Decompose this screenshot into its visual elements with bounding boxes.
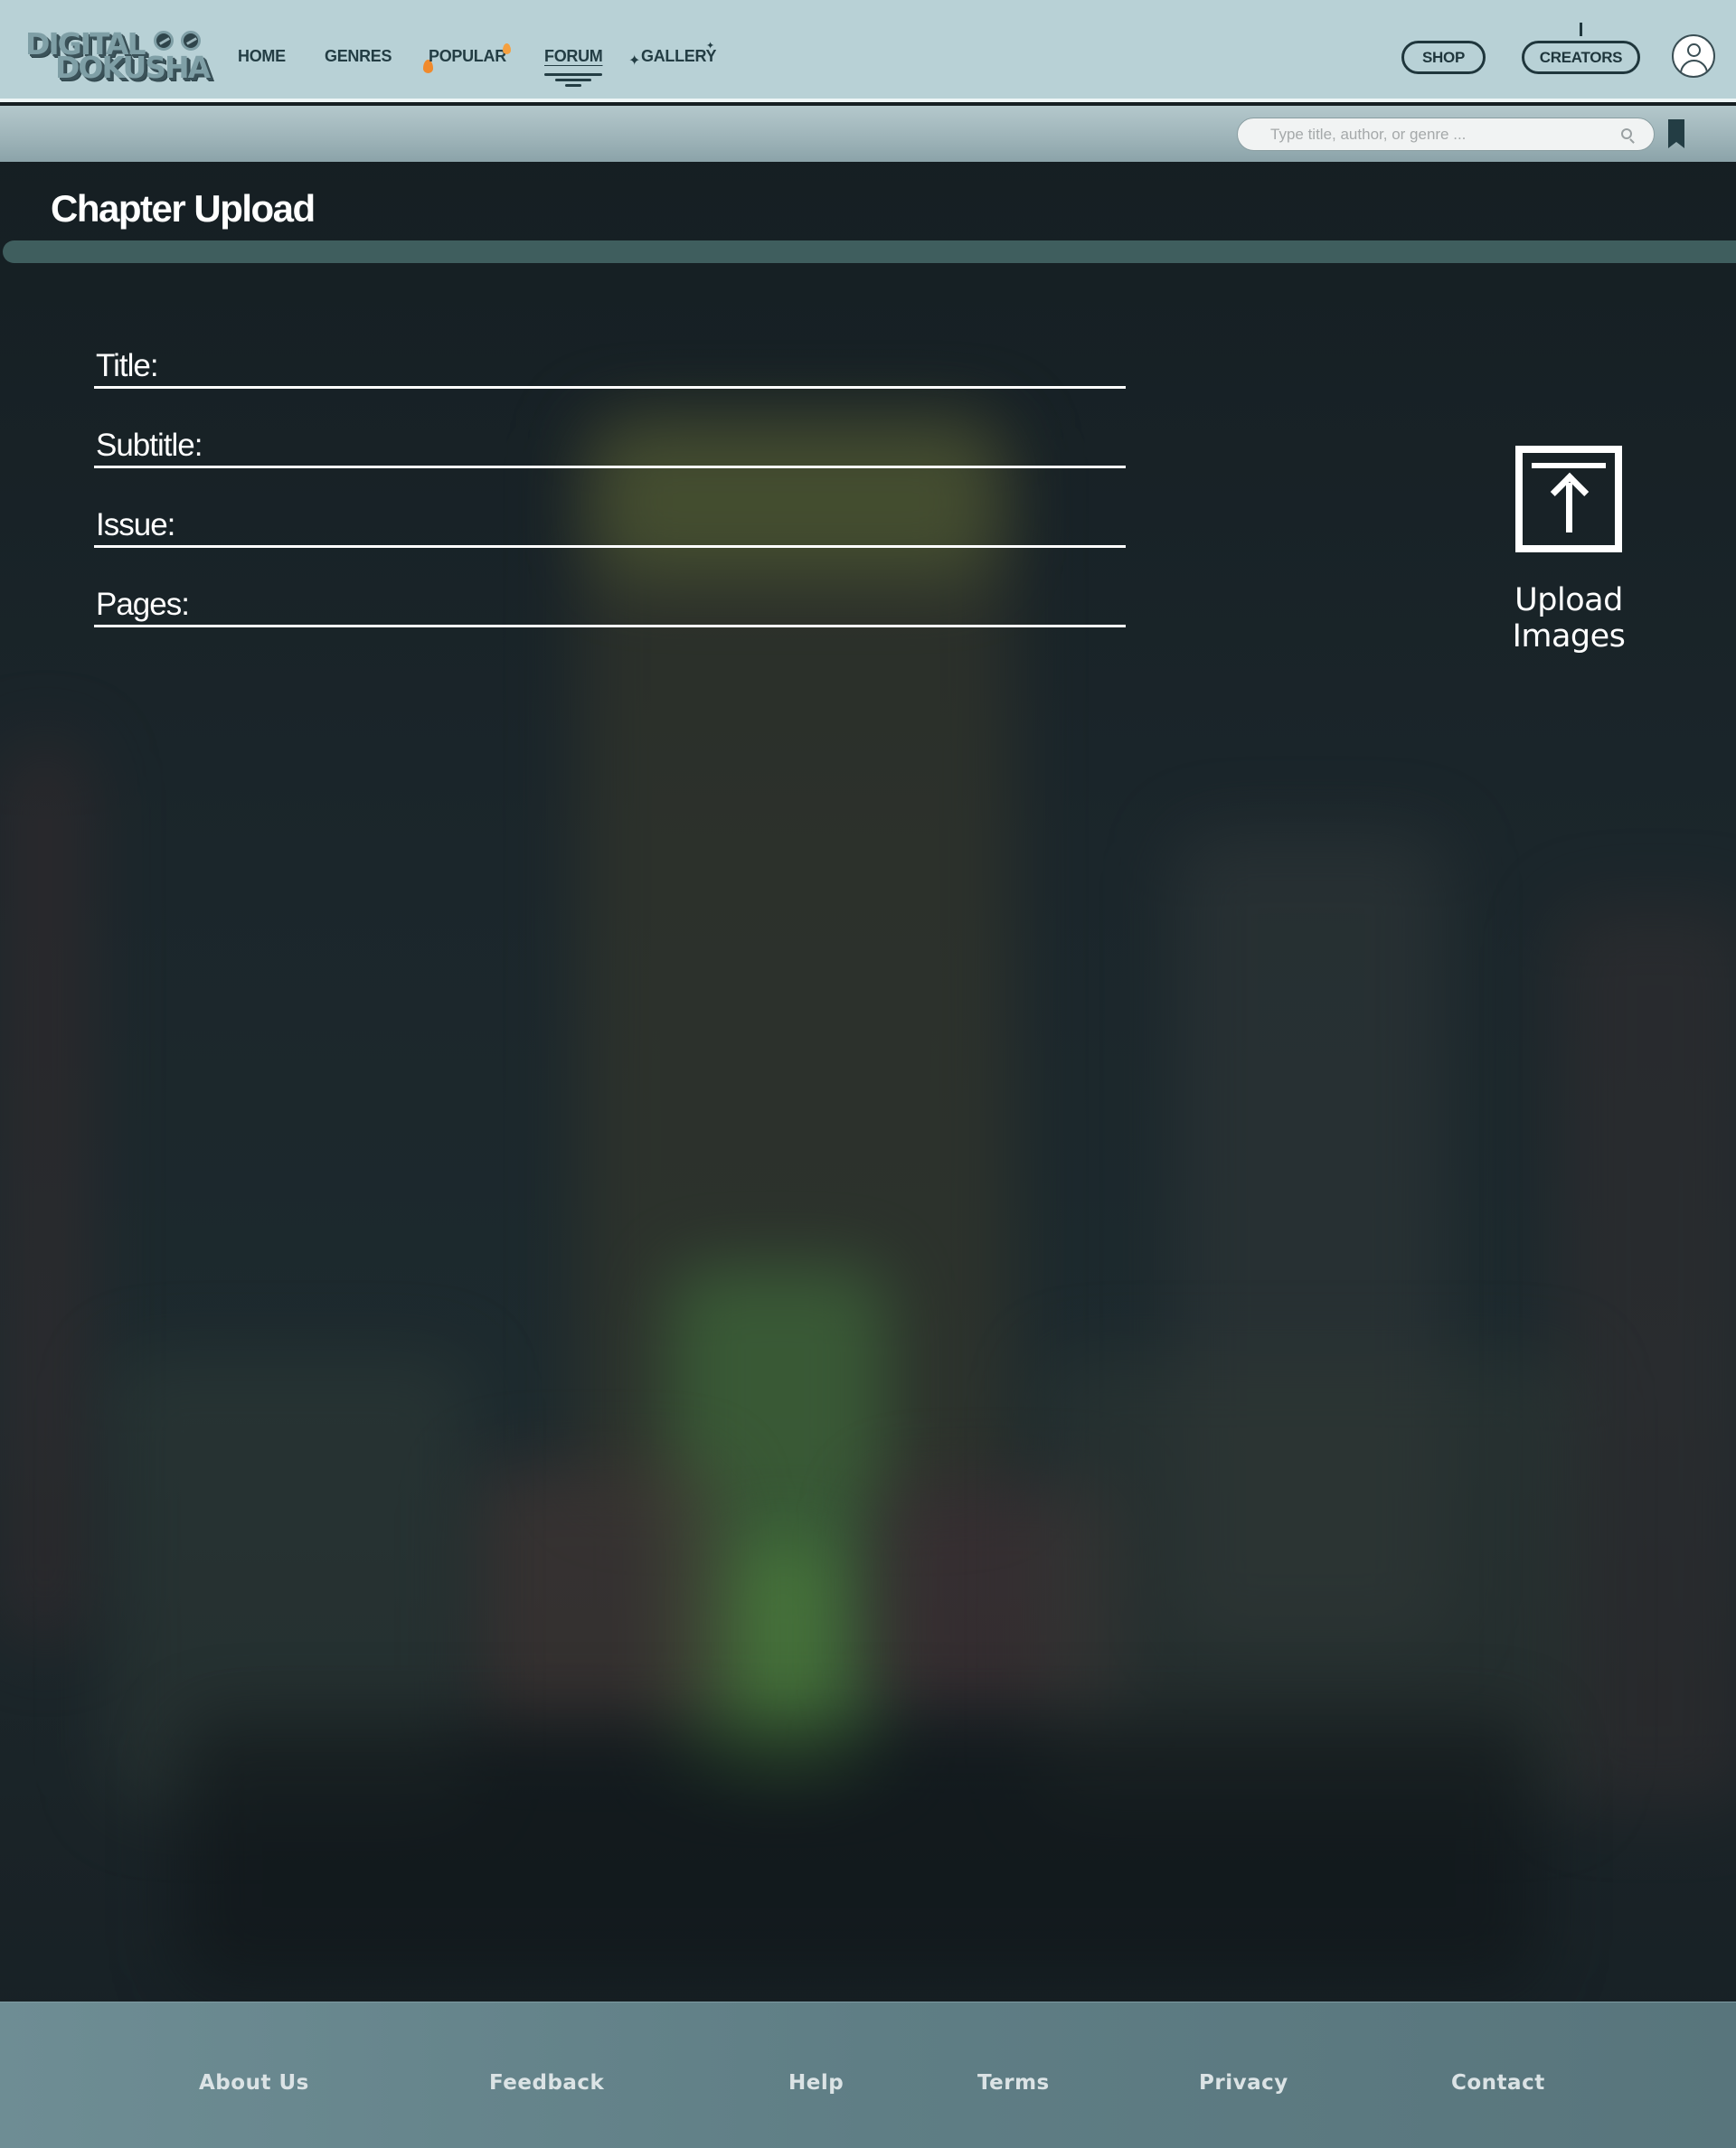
pages-input[interactable] — [230, 587, 1098, 623]
site-logo[interactable]: DIGITAL DOKUSHA — [25, 24, 211, 85]
star-icon: ✦ — [706, 41, 715, 52]
upload-images-button[interactable]: Upload Images — [1456, 446, 1682, 655]
title-input[interactable] — [230, 348, 1098, 384]
search-bar-row — [0, 106, 1736, 162]
nav-genres[interactable]: GENRES — [325, 47, 392, 66]
site-footer: About Us Feedback Help Terms Privacy Con… — [0, 2002, 1736, 2148]
footer-terms-link[interactable]: Terms — [977, 2071, 1050, 2095]
logo-eye-icon — [154, 31, 174, 51]
shop-button[interactable]: SHOP — [1401, 41, 1486, 74]
upload-progress-bar — [3, 240, 1736, 263]
creators-indicator — [1580, 23, 1582, 36]
search-input[interactable] — [1270, 125, 1614, 144]
footer-about-link[interactable]: About Us — [199, 2071, 309, 2095]
upload-images-label: Upload Images — [1512, 582, 1626, 655]
page-title: Chapter Upload — [51, 187, 316, 230]
logo-eye-icon — [181, 31, 201, 51]
subtitle-field: Subtitle: — [94, 423, 1126, 468]
title-field: Title: — [94, 344, 1126, 389]
top-navigation-bar: DIGITAL DOKUSHA HOME GENRES POPULAR FORU… — [0, 0, 1736, 102]
nav-home[interactable]: HOME — [238, 47, 286, 66]
flame-icon — [503, 43, 511, 54]
subtitle-label: Subtitle: — [96, 428, 203, 463]
nav-popular[interactable]: POPULAR — [429, 47, 506, 66]
pages-label: Pages: — [96, 587, 190, 622]
star-icon: ✦ — [628, 53, 641, 69]
background-image — [0, 0, 1736, 2148]
issue-label: Issue: — [96, 507, 175, 542]
user-avatar-icon[interactable] — [1672, 34, 1715, 78]
logo-line-2: DOKUSHA — [55, 50, 211, 85]
search-icon[interactable] — [1621, 128, 1632, 139]
footer-help-link[interactable]: Help — [788, 2071, 844, 2095]
creators-button[interactable]: CREATORS — [1522, 41, 1640, 74]
issue-field: Issue: — [94, 503, 1126, 548]
nav-forum[interactable]: FORUM — [544, 47, 603, 66]
subtitle-input[interactable] — [230, 428, 1098, 464]
bookmark-icon[interactable] — [1668, 119, 1684, 148]
title-label: Title: — [96, 348, 159, 383]
issue-input[interactable] — [230, 507, 1098, 543]
upload-icon — [1515, 446, 1622, 552]
forum-active-indicator — [544, 73, 602, 87]
footer-privacy-link[interactable]: Privacy — [1199, 2071, 1288, 2095]
chapter-form: Title: Subtitle: Issue: Pages: — [94, 344, 1126, 662]
footer-feedback-link[interactable]: Feedback — [489, 2071, 604, 2095]
pages-field: Pages: — [94, 582, 1126, 627]
search-box — [1237, 118, 1655, 151]
nav-gallery[interactable]: GALLERY — [641, 47, 717, 66]
footer-contact-link[interactable]: Contact — [1451, 2071, 1545, 2095]
